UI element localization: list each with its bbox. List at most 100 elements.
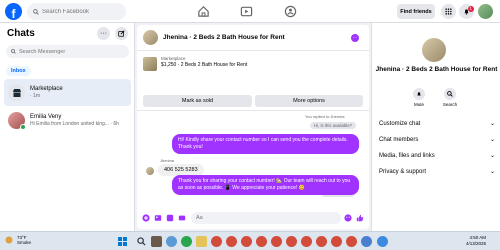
- marketplace-listing-card: Marketplace $1,250 · 2 Beds 2 Bath House…: [137, 51, 369, 111]
- chats-sidebar: Chats ··· Inbox Marketplace · 1m Emilia …: [0, 23, 135, 231]
- search-in-conversation-button[interactable]: Search: [435, 88, 465, 107]
- notification-count-badge: 1: [468, 6, 474, 12]
- app-icon[interactable]: [346, 236, 357, 247]
- weather-condition: Smoke: [17, 240, 32, 246]
- task-view-icon[interactable]: [151, 236, 162, 247]
- listing-avatar[interactable]: [143, 30, 158, 45]
- facebook-search-input[interactable]: [42, 8, 122, 15]
- app-icon[interactable]: [256, 236, 267, 247]
- account-avatar[interactable]: [478, 4, 493, 19]
- emoji-button[interactable]: [343, 214, 352, 223]
- customize-chat-row[interactable]: Customize chat ⌄: [379, 117, 495, 130]
- privacy-support-row[interactable]: Privacy & support ⌄: [379, 165, 495, 178]
- sticker-icon: [166, 214, 173, 222]
- app-icon[interactable]: [286, 236, 297, 247]
- avatar: [8, 112, 26, 130]
- system-clock[interactable]: 4:50 AM 4/13/2025: [466, 235, 486, 248]
- marketplace-icon: [8, 84, 25, 101]
- conversation-info-button[interactable]: ⋯: [351, 34, 359, 42]
- home-icon[interactable]: [197, 5, 210, 18]
- marketplace-label: Marketplace: [161, 56, 186, 61]
- app-icon[interactable]: [316, 236, 327, 247]
- outgoing-message[interactable]: Hi! Kindly share your contact number so …: [172, 134, 359, 154]
- chrome-icon[interactable]: [181, 236, 192, 247]
- app-icon[interactable]: [211, 236, 222, 247]
- mark-as-sold-button[interactable]: Mark as sold: [143, 95, 252, 107]
- new-message-button[interactable]: [115, 27, 128, 40]
- search-label: Search: [442, 102, 458, 107]
- conversation-item-emilia[interactable]: Emilia Veny Hi Emilia from London united…: [4, 107, 131, 134]
- row-label: Customize chat: [379, 120, 421, 127]
- conversation-item-marketplace[interactable]: Marketplace · 1m: [4, 79, 131, 106]
- quoted-message[interactable]: Hi, is this available?: [310, 122, 356, 129]
- message-input-box[interactable]: [191, 212, 341, 224]
- bell-icon: [417, 92, 421, 96]
- thumbs-up-icon: [356, 214, 363, 222]
- app-icon[interactable]: [226, 236, 237, 247]
- image-icon: [154, 215, 161, 221]
- sender-avatar[interactable]: [146, 167, 154, 175]
- file-explorer-icon[interactable]: [196, 236, 207, 247]
- media-files-links-row[interactable]: Media, files and links ⌄: [379, 149, 495, 162]
- gif-button[interactable]: [177, 214, 186, 223]
- conversation-preview: Hi Emilia from London united king... · 6…: [30, 121, 119, 128]
- inbox-tab[interactable]: Inbox: [6, 66, 31, 76]
- reply-indicator: You replied to Jhenina: [305, 114, 345, 119]
- message-input[interactable]: [196, 215, 326, 221]
- conversation-panel: Jhenina · 2 Beds 2 Bath House for Rent ⋯…: [137, 25, 369, 229]
- outgoing-message[interactable]: Thank you for sharing your contact numbe…: [172, 175, 359, 195]
- mute-button[interactable]: Mute: [404, 88, 434, 107]
- app-icon[interactable]: [271, 236, 282, 247]
- message-list: You replied to Jhenina Hi, is this avail…: [137, 111, 369, 211]
- search-icon: [11, 49, 16, 54]
- plus-circle-icon: [141, 214, 150, 222]
- sticker-button[interactable]: [165, 214, 174, 223]
- weather-icon: [5, 236, 13, 244]
- like-button[interactable]: [355, 214, 364, 223]
- notifications-button[interactable]: 1: [459, 4, 474, 19]
- listing-avatar-large[interactable]: [422, 38, 446, 62]
- conversation-title[interactable]: Jhenina · 2 Beds 2 Bath House for Rent: [163, 34, 285, 41]
- clock-date: 4/13/2025: [466, 241, 487, 247]
- video-icon[interactable]: [240, 5, 253, 18]
- chevron-down-icon: ⌄: [489, 121, 495, 127]
- taskbar-search-icon[interactable]: [137, 237, 146, 246]
- chevron-down-icon: ⌄: [489, 153, 495, 159]
- app-icon[interactable]: [331, 236, 342, 247]
- row-label: Chat members: [379, 136, 419, 143]
- chats-title: Chats: [7, 28, 35, 39]
- more-options-button[interactable]: More options: [255, 95, 363, 107]
- image-button[interactable]: [153, 214, 162, 223]
- windows-taskbar: 73°F Smoke 4:50 AM 4/13/2025: [0, 231, 500, 250]
- gif-icon: [178, 215, 185, 221]
- messenger-search-input[interactable]: [19, 48, 90, 55]
- app-icon[interactable]: [301, 236, 312, 247]
- chat-members-row[interactable]: Chat members ⌄: [379, 133, 495, 146]
- app-icon[interactable]: [241, 236, 252, 247]
- sender-name: Jhenina: [160, 158, 175, 163]
- facebook-logo[interactable]: f: [5, 3, 22, 20]
- menu-button[interactable]: [441, 4, 456, 19]
- more-icon: ⋯: [352, 35, 358, 41]
- grid-icon: [445, 8, 452, 15]
- search-icon: [33, 8, 39, 15]
- messenger-search-box[interactable]: [6, 45, 129, 58]
- groups-icon[interactable]: [284, 5, 297, 18]
- conversation-preview: · 1m: [30, 93, 40, 100]
- app-icon[interactable]: [377, 236, 388, 247]
- chat-options-button[interactable]: ···: [97, 27, 110, 40]
- facebook-search-box[interactable]: [27, 3, 126, 20]
- windows-start-icon[interactable]: [117, 236, 128, 247]
- more-icon: ···: [100, 30, 107, 37]
- emoji-icon: [343, 214, 352, 222]
- edge-icon[interactable]: [166, 236, 177, 247]
- listing-thumbnail[interactable]: [143, 57, 157, 71]
- weather-widget[interactable]: 73°F Smoke: [4, 235, 31, 246]
- app-icon[interactable]: [361, 236, 372, 247]
- listing-price-title[interactable]: $1,250 · 2 Beds 2 Bath House for Rent: [161, 62, 247, 68]
- conversation-header: Jhenina · 2 Beds 2 Bath House for Rent ⋯: [137, 25, 369, 51]
- chevron-down-icon: ⌄: [489, 169, 495, 175]
- conversation-name: Emilia Veny: [30, 113, 62, 120]
- find-friends-button[interactable]: Find friends: [397, 4, 435, 19]
- add-button[interactable]: [141, 214, 150, 223]
